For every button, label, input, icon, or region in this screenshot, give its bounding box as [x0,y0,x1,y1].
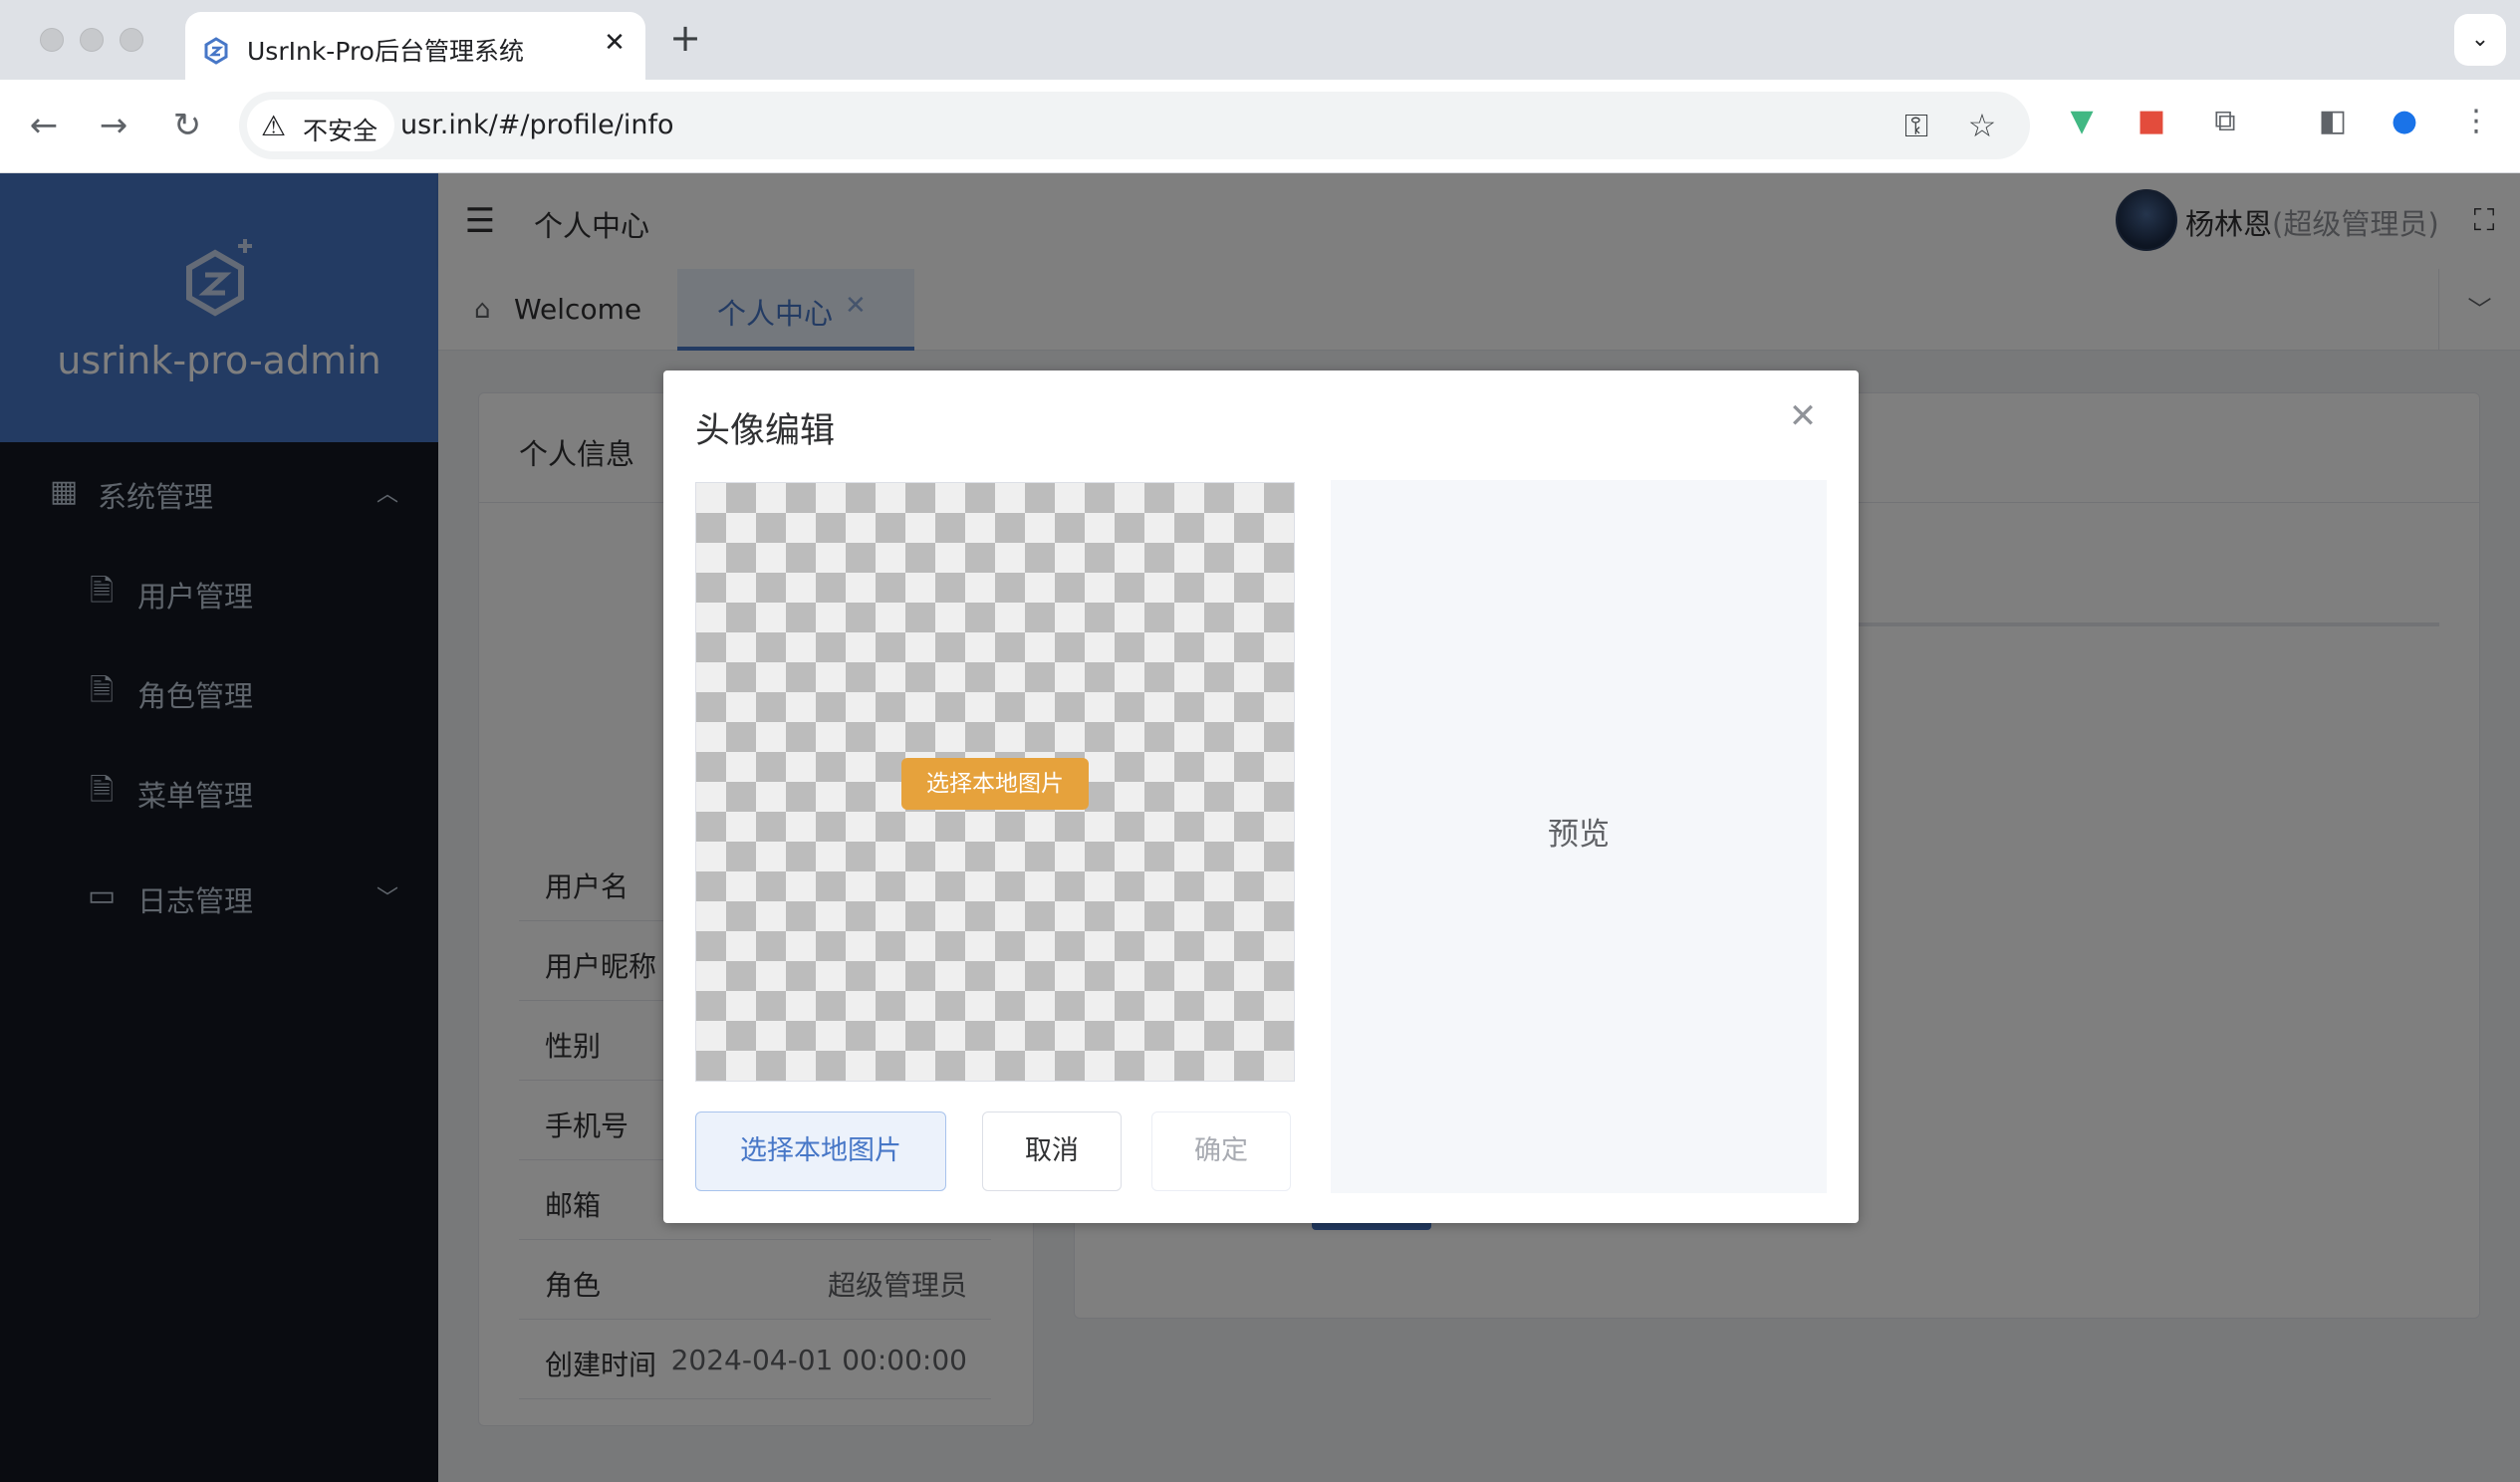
window-close-control[interactable] [40,28,64,52]
new-tab-button[interactable]: + [665,18,705,58]
avatar-edit-dialog: 头像编辑 ✕ 选择本地图片 选择本地图片 取消 确定 预览 [663,370,1859,1223]
browser-tabstrip: UsrInk-Pro后台管理系统 ✕ + ⌄ [0,0,2520,80]
avatar-preview: 预览 [1331,480,1827,1193]
password-key-icon[interactable]: ⚿ [1896,106,1936,145]
profile-icon[interactable]: ● [2385,102,2424,141]
close-icon[interactable]: ✕ [1783,396,1823,436]
forward-arrow-icon[interactable]: → [90,102,137,149]
tab-search-button[interactable]: ⌄ [2454,14,2506,66]
url-text[interactable]: usr.ink/#/profile/info [400,110,673,140]
extensions-puzzle-icon[interactable]: ⧉ [2205,102,2245,141]
browser-menu-icon[interactable]: ⋮ [2456,102,2496,141]
dice-extension-icon[interactable]: ■ [2132,102,2171,141]
app-favicon-icon [204,37,228,65]
security-label: 不安全 [303,117,378,145]
bookmark-star-icon[interactable]: ☆ [1962,106,2002,145]
cancel-button[interactable]: 取消 [982,1112,1122,1191]
security-chip[interactable]: ⚠ 不安全 [247,100,394,151]
window-zoom-control[interactable] [120,28,143,52]
cropper-select-image-button[interactable]: 选择本地图片 [901,758,1089,810]
warning-icon: ⚠ [261,110,287,142]
preview-label: 预览 [1548,817,1610,853]
select-local-image-button[interactable]: 选择本地图片 [695,1112,946,1191]
browser-tab-active[interactable]: UsrInk-Pro后台管理系统 ✕ [185,12,645,80]
reload-icon[interactable]: ↻ [163,102,211,149]
close-tab-icon[interactable]: ✕ [600,28,630,58]
dialog-title: 头像编辑 [695,411,836,451]
vue-devtools-icon[interactable]: ▼ [2062,102,2102,141]
image-cropper[interactable]: 选择本地图片 [695,482,1295,1082]
address-bar[interactable]: ⚠ 不安全 usr.ink/#/profile/info ⚿ ☆ [239,92,2030,159]
confirm-button[interactable]: 确定 [1151,1112,1291,1191]
browser-tab-title: UsrInk-Pro后台管理系统 [247,37,524,66]
side-panel-icon[interactable]: ◧ [2313,102,2353,141]
window-minimize-control[interactable] [80,28,104,52]
back-arrow-icon[interactable]: ← [20,102,68,149]
